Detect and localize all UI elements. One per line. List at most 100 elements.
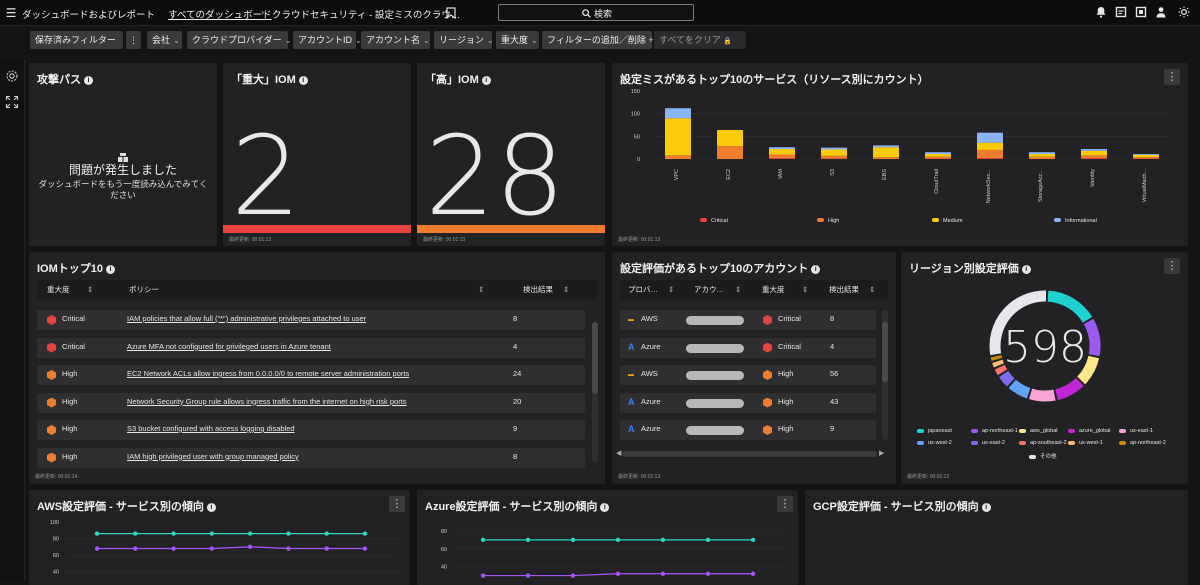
bar-segment-high[interactable] bbox=[977, 150, 1003, 158]
data-point[interactable] bbox=[363, 531, 367, 535]
sort-icon[interactable]: ⇕ bbox=[668, 280, 674, 300]
col-severity-header[interactable]: 重大度 bbox=[762, 280, 785, 300]
bar-segment-high[interactable] bbox=[769, 154, 795, 158]
data-point[interactable] bbox=[325, 531, 329, 535]
data-point[interactable] bbox=[133, 546, 137, 550]
add-remove-filter-button[interactable]: フィルターの追加／削除 + bbox=[542, 31, 652, 49]
col-results-header[interactable]: 検出結果 bbox=[829, 280, 859, 300]
bar-segment-high[interactable] bbox=[1029, 157, 1055, 159]
apps-grid-icon[interactable] bbox=[1134, 6, 1148, 20]
table-row[interactable]: High S3 bucket configured with access lo… bbox=[37, 420, 585, 440]
bar-segment-high[interactable] bbox=[925, 157, 951, 159]
info-icon[interactable]: i bbox=[207, 503, 216, 512]
policy-link[interactable]: S3 bucket configured with access logging… bbox=[127, 420, 295, 438]
filter-account-name[interactable]: アカウント名⌄ bbox=[361, 31, 430, 49]
data-point[interactable] bbox=[171, 546, 175, 550]
bar-segment-medium[interactable] bbox=[873, 147, 899, 157]
legend-item[interactable]: us-east-2 bbox=[971, 440, 1005, 446]
search-box[interactable]: 検索 bbox=[498, 4, 694, 21]
table-row[interactable]: A Azure Critical 4 bbox=[620, 338, 876, 358]
sort-icon[interactable]: ⇕ bbox=[869, 280, 875, 300]
bar-segment-informational[interactable] bbox=[1081, 149, 1107, 151]
bar-segment-critical[interactable] bbox=[977, 158, 1003, 159]
filter-region[interactable]: リージョン⌄ bbox=[434, 31, 492, 49]
sort-icon[interactable]: ⇕ bbox=[802, 280, 808, 300]
data-point[interactable] bbox=[571, 538, 575, 542]
data-point[interactable] bbox=[248, 531, 252, 535]
col-account-header[interactable]: アカウ… bbox=[694, 280, 724, 300]
legend-item[interactable]: ap-northeast-2 bbox=[1119, 440, 1166, 446]
bar-segment-high[interactable] bbox=[717, 146, 743, 159]
data-point[interactable] bbox=[661, 538, 665, 542]
bar-segment-informational[interactable] bbox=[873, 145, 899, 147]
bar-segment-medium[interactable] bbox=[977, 143, 1003, 150]
data-point[interactable] bbox=[95, 546, 99, 550]
table-row[interactable]: Critical Azure MFA not configured for pr… bbox=[37, 338, 585, 358]
sort-icon[interactable]: ⇕ bbox=[87, 280, 93, 300]
donut-slice-ap-northeast-1[interactable] bbox=[1089, 321, 1095, 355]
saved-filters-button[interactable]: 保存済みフィルター bbox=[30, 31, 123, 49]
data-point[interactable] bbox=[571, 573, 575, 577]
data-point[interactable] bbox=[210, 546, 214, 550]
bar-segment-informational[interactable] bbox=[1133, 154, 1159, 155]
bar-segment-high[interactable] bbox=[1133, 157, 1159, 158]
col-provider-header[interactable]: プロバ… bbox=[628, 280, 658, 300]
table-row[interactable]: High EC2 Network ACLs allow ingress from… bbox=[37, 365, 585, 385]
expand-icon[interactable] bbox=[5, 95, 19, 109]
legend-item[interactable]: us-west-1 bbox=[1068, 440, 1103, 446]
policy-link[interactable]: EC2 Network ACLs allow ingress from 0.0.… bbox=[127, 365, 409, 383]
bar-segment-informational[interactable] bbox=[925, 152, 951, 154]
col-results-header[interactable]: 検出結果 bbox=[523, 280, 553, 300]
scrollbar-thumb[interactable] bbox=[592, 322, 598, 394]
data-point[interactable] bbox=[325, 546, 329, 550]
donut-slice-azure_global[interactable] bbox=[1057, 382, 1080, 395]
bar-segment-informational[interactable] bbox=[821, 148, 847, 150]
data-point[interactable] bbox=[210, 531, 214, 535]
theme-sun-icon[interactable] bbox=[1177, 6, 1191, 20]
hamburger-icon[interactable]: ☰ bbox=[4, 6, 18, 20]
info-icon[interactable]: i bbox=[600, 503, 609, 512]
sort-icon[interactable]: ⇕ bbox=[735, 280, 741, 300]
user-icon[interactable] bbox=[1154, 6, 1168, 20]
bar-segment-informational[interactable] bbox=[1029, 152, 1055, 154]
policy-link[interactable]: IAM policies that allow full ("*") admin… bbox=[127, 310, 366, 328]
legend-item[interactable]: us-west-2 bbox=[917, 440, 952, 446]
info-icon[interactable]: i bbox=[106, 265, 115, 274]
table-row[interactable]: High IAM high privileged user with group… bbox=[37, 448, 585, 468]
data-point[interactable] bbox=[481, 538, 485, 542]
bar-segment-medium[interactable] bbox=[1133, 155, 1159, 157]
more-options-icon[interactable]: ⋮ bbox=[1164, 69, 1180, 85]
legend-item[interactable]: us-east-1 bbox=[1119, 428, 1153, 434]
bar-segment-medium[interactable] bbox=[717, 130, 743, 146]
more-options-icon[interactable]: ⋮ bbox=[777, 496, 793, 512]
info-icon[interactable]: i bbox=[84, 76, 93, 85]
bar-segment-informational[interactable] bbox=[665, 108, 691, 118]
data-point[interactable] bbox=[706, 538, 710, 542]
messages-icon[interactable] bbox=[1114, 6, 1128, 20]
sort-icon[interactable]: ⇕ bbox=[563, 280, 569, 300]
data-point[interactable] bbox=[248, 545, 252, 549]
donut-slice-us-west-2[interactable] bbox=[1012, 384, 1028, 393]
data-point[interactable] bbox=[616, 538, 620, 542]
legend-item[interactable]: その他 bbox=[1029, 452, 1057, 460]
horizontal-scrollbar[interactable] bbox=[622, 451, 877, 457]
data-point[interactable] bbox=[481, 573, 485, 577]
data-point[interactable] bbox=[171, 531, 175, 535]
bar-segment-medium[interactable] bbox=[769, 149, 795, 154]
clear-all-button[interactable]: すべてをクリア 🔒 bbox=[654, 31, 746, 49]
bar-segment-medium[interactable] bbox=[665, 118, 691, 155]
scrollbar-thumb[interactable] bbox=[882, 322, 888, 382]
legend-item[interactable]: japaneast bbox=[917, 428, 952, 434]
notification-bell-icon[interactable] bbox=[1094, 6, 1108, 20]
sort-icon[interactable]: ⇕ bbox=[478, 280, 484, 300]
bar-segment-informational[interactable] bbox=[769, 147, 795, 149]
data-point[interactable] bbox=[286, 546, 290, 550]
data-point[interactable] bbox=[95, 531, 99, 535]
data-point[interactable] bbox=[526, 538, 530, 542]
donut-slice-us-east-2[interactable] bbox=[1004, 374, 1011, 382]
more-options-icon[interactable]: ⋮ bbox=[126, 31, 141, 49]
table-row[interactable]: ▬ AWS Critical 8 bbox=[620, 310, 876, 330]
data-point[interactable] bbox=[751, 538, 755, 542]
bar-segment-critical[interactable] bbox=[1081, 158, 1107, 159]
data-point[interactable] bbox=[526, 573, 530, 577]
